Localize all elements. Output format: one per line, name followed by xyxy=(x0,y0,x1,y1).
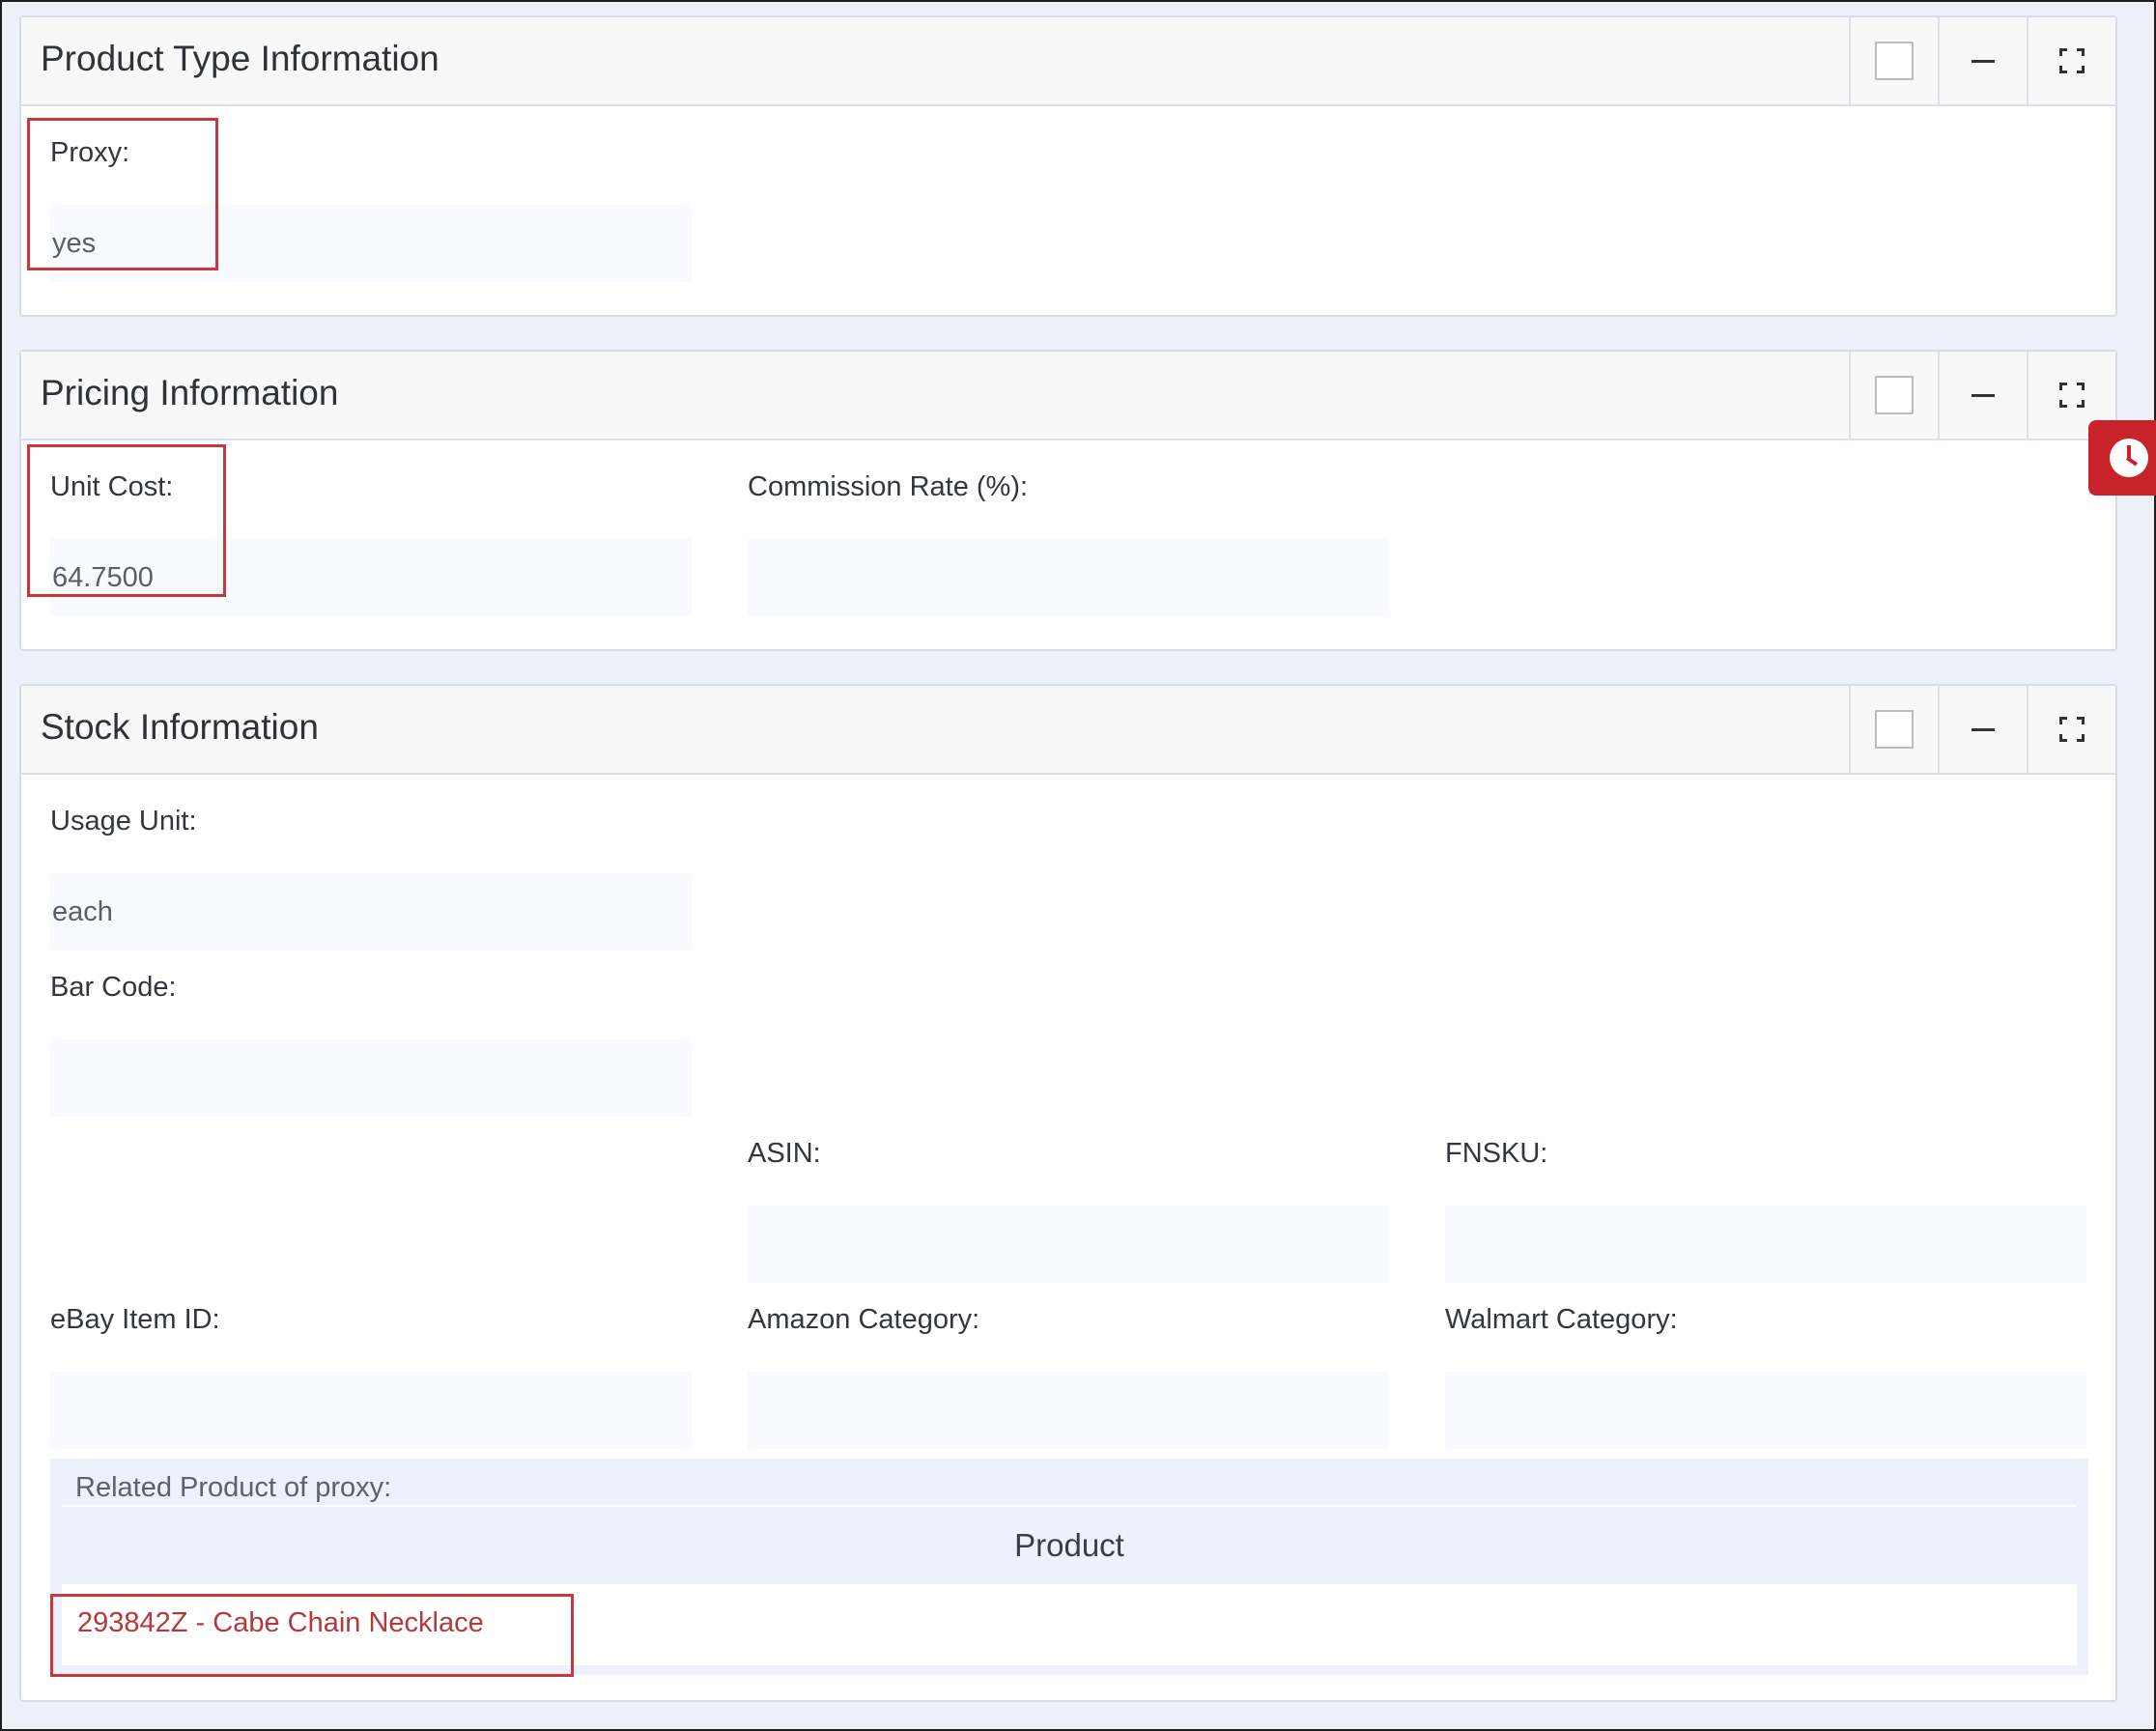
walmart-category-label: Walmart Category: xyxy=(1445,1304,1678,1335)
minus-icon xyxy=(1972,59,1995,63)
panel-header: Pricing Information xyxy=(21,352,2115,440)
expand-icon xyxy=(2059,717,2085,742)
minus-icon xyxy=(1972,727,1995,731)
minus-icon xyxy=(1972,393,1995,397)
maximize-panel-button[interactable] xyxy=(2027,17,2115,104)
commission-rate-input[interactable] xyxy=(748,539,1389,616)
bar-code-input[interactable] xyxy=(50,1039,692,1117)
bar-code-label: Bar Code: xyxy=(50,972,177,1003)
panel-title: Pricing Information xyxy=(41,373,339,412)
checkbox-icon xyxy=(1875,710,1914,749)
amazon-category-label: Amazon Category: xyxy=(748,1304,980,1335)
amazon-category-input[interactable] xyxy=(748,1372,1389,1449)
minimize-panel-button[interactable] xyxy=(1938,352,2027,439)
usage-unit-value[interactable]: each xyxy=(50,873,692,951)
panel-pricing: Pricing Information Unit Cost: 64.7500 C… xyxy=(19,350,2117,651)
history-tab[interactable] xyxy=(2088,420,2156,496)
panel-header: Product Type Information xyxy=(21,17,2115,106)
checkbox-icon xyxy=(1875,42,1914,80)
checkbox-icon xyxy=(1875,376,1914,414)
highlight-box xyxy=(27,118,218,270)
minimize-panel-button[interactable] xyxy=(1938,686,2027,773)
clock-icon xyxy=(2110,439,2148,477)
panel-toolbar xyxy=(1849,352,2115,439)
related-products-label: Related Product of proxy: xyxy=(75,1472,392,1503)
product-column-header: Product xyxy=(62,1505,2077,1582)
maximize-panel-button[interactable] xyxy=(2027,686,2115,773)
commission-rate-label: Commission Rate (%): xyxy=(748,471,1029,502)
select-panel-button[interactable] xyxy=(1849,686,1938,773)
select-panel-button[interactable] xyxy=(1849,352,1938,439)
expand-icon xyxy=(2059,383,2085,408)
panel-header: Stock Information xyxy=(21,686,2115,775)
select-panel-button[interactable] xyxy=(1849,17,1938,104)
highlight-box xyxy=(27,444,226,597)
ebay-item-id-label: eBay Item ID: xyxy=(50,1304,220,1335)
minimize-panel-button[interactable] xyxy=(1938,17,2027,104)
panel-toolbar xyxy=(1849,17,2115,104)
fnsku-label: FNSKU: xyxy=(1445,1138,1548,1169)
asin-input[interactable] xyxy=(748,1206,1389,1283)
panel-toolbar xyxy=(1849,686,2115,773)
panel-title: Product Type Information xyxy=(41,39,440,78)
expand-icon xyxy=(2059,48,2085,73)
highlight-box xyxy=(50,1594,574,1677)
ebay-item-id-input[interactable] xyxy=(50,1372,692,1449)
walmart-category-input[interactable] xyxy=(1445,1372,2086,1449)
panel-title: Stock Information xyxy=(41,707,319,747)
asin-label: ASIN: xyxy=(748,1138,821,1169)
usage-unit-label: Usage Unit: xyxy=(50,806,197,837)
panel-stock: Stock Information Usage Unit: each Bar C… xyxy=(19,684,2117,1702)
fnsku-input[interactable] xyxy=(1445,1206,2086,1283)
panel-product-type: Product Type Information Proxy: yes xyxy=(19,15,2117,317)
